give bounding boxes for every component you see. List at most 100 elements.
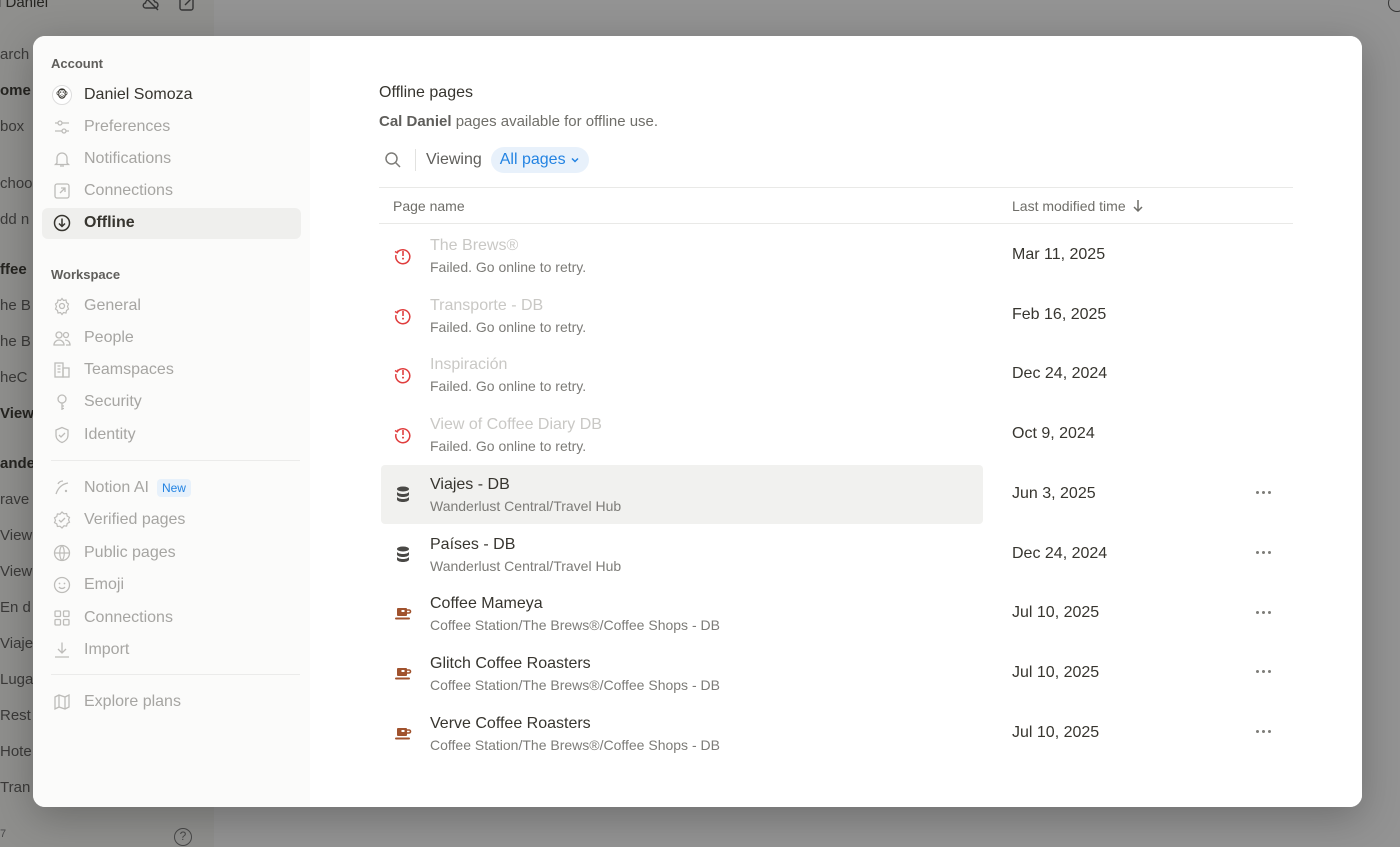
table-row[interactable]: Glitch Coffee Roasters Coffee Station/The…: [381, 644, 1293, 703]
sidebar-item-people[interactable]: People: [42, 322, 301, 353]
filter-bar: Viewing All pages: [379, 146, 589, 174]
table-row[interactable]: Verve Coffee Roasters Coffee Station/The …: [381, 704, 1293, 763]
sidebar-item-verified-pages[interactable]: Verified pages: [42, 505, 301, 536]
sync-error-icon: [393, 364, 413, 384]
sidebar-item-emoji[interactable]: Emoji: [42, 570, 301, 601]
column-header-last-modified[interactable]: Last modified time: [1012, 198, 1144, 214]
table-row[interactable]: Coffee Mameya Coffee Station/The Brews®/C…: [381, 584, 1293, 643]
sidebar-item-identity[interactable]: Identity: [42, 419, 301, 450]
user-account-item[interactable]: 🐵 Daniel Somoza: [42, 79, 301, 110]
database-icon: [393, 484, 413, 504]
sidebar-item-public-pages[interactable]: Public pages: [42, 537, 301, 568]
sidebar-item-preferences[interactable]: Preferences: [42, 111, 301, 142]
row-highlight: [381, 644, 983, 703]
view-filter-dropdown[interactable]: All pages: [490, 147, 589, 173]
sidebar-item-label: Identity: [84, 425, 136, 443]
row-highlight: [381, 704, 983, 763]
table-row[interactable]: Transporte - DB Failed. Go online to retr…: [381, 286, 1293, 345]
bell-icon: [52, 149, 72, 169]
globe-icon: [52, 543, 72, 563]
column-header-page-name: Page name: [393, 198, 465, 214]
page-name[interactable]: Inspiración: [430, 356, 507, 374]
more-options-button[interactable]: [1252, 543, 1274, 563]
building-icon: [52, 360, 72, 380]
last-modified-date: Jul 10, 2025: [1012, 663, 1100, 681]
sidebar-item-teamspaces[interactable]: Teamspaces: [42, 355, 301, 386]
page-name[interactable]: Países - DB: [430, 536, 515, 554]
page-path: Wanderlust Central/Travel Hub: [430, 497, 622, 514]
sidebar-item-label: People: [84, 328, 134, 346]
explore-plans-item[interactable]: Explore plans: [42, 686, 301, 717]
sidebar-item-label: Notifications: [84, 149, 172, 167]
sidebar-item-label: Offline: [84, 214, 135, 232]
sidebar-item-import[interactable]: Import: [42, 635, 301, 666]
sync-error-icon: [393, 424, 413, 444]
offline-pages-panel: Offline pages Cal Daniel pages available…: [310, 36, 1362, 807]
download-circle-icon: [52, 213, 72, 233]
account-heading: Account: [51, 56, 103, 71]
row-highlight: [381, 525, 983, 584]
ellipsis-icon: [1255, 730, 1271, 734]
page-name[interactable]: Glitch Coffee Roasters: [430, 655, 591, 673]
sidebar-item-connections[interactable]: Connections: [42, 602, 301, 633]
last-modified-date: Oct 9, 2024: [1012, 425, 1095, 443]
more-options-button[interactable]: [1252, 722, 1274, 742]
more-options-button[interactable]: [1252, 483, 1274, 503]
sliders-icon: [52, 117, 72, 137]
more-options-button[interactable]: [1252, 662, 1274, 682]
shield-check-icon: [52, 425, 72, 445]
sidebar-divider: [51, 674, 300, 675]
page-name[interactable]: Coffee Mameya: [430, 595, 543, 613]
verified-icon: [52, 510, 72, 530]
grid-icon: [52, 608, 72, 628]
sidebar-item-label: Preferences: [84, 117, 171, 135]
table-row[interactable]: View of Coffee Diary DB Failed. Go online…: [381, 405, 1293, 464]
sidebar-item-offline[interactable]: Offline: [42, 207, 301, 239]
sort-arrow-down-icon: [1133, 200, 1143, 213]
page-path: Failed. Go online to retry.: [430, 438, 587, 455]
sidebar-item-connections[interactable]: Connections: [42, 176, 301, 207]
gear-icon: [52, 296, 72, 316]
ellipsis-icon: [1255, 551, 1271, 554]
page-name[interactable]: Viajes - DB: [430, 476, 510, 494]
page-name[interactable]: Transporte - DB: [430, 297, 543, 315]
table-row[interactable]: The Brews® Failed. Go online to retry. Mar…: [381, 226, 1293, 285]
last-modified-date: Mar 11, 2025: [1012, 246, 1106, 263]
page-subtitle: Cal Daniel pages available for offline u…: [379, 113, 658, 130]
workspace-heading: Workspace: [51, 267, 121, 282]
sidebar-item-label: Public pages: [84, 543, 176, 561]
people-icon: [52, 328, 72, 348]
user-name: Daniel Somoza: [84, 85, 193, 103]
view-filter-value: All pages: [499, 151, 566, 168]
key-icon: [52, 392, 72, 412]
more-options-button[interactable]: [1252, 602, 1274, 622]
ellipsis-icon: [1255, 491, 1271, 495]
table-row[interactable]: Viajes - DB Wanderlust Central/Travel Hub…: [381, 464, 1293, 524]
last-modified-date: Dec 24, 2024: [1012, 544, 1108, 562]
page-path: Coffee Station/The Brews®/Coffee Shops -…: [430, 676, 720, 693]
last-modified-date: Jul 10, 2025: [1012, 723, 1100, 741]
sidebar-item-notion-ai[interactable]: Notion AI New: [42, 472, 301, 503]
column-header-time-label: Last modified time: [1012, 198, 1126, 214]
sidebar-item-notifications[interactable]: Notifications: [42, 143, 301, 174]
page-path: Coffee Station/The Brews®/Coffee Shops -…: [430, 617, 720, 634]
viewing-label: Viewing: [426, 151, 482, 168]
row-highlight: [381, 286, 983, 345]
explore-plans-label: Explore plans: [84, 692, 181, 710]
table-top-border: [379, 187, 1293, 188]
page-name[interactable]: The Brews®: [430, 237, 518, 255]
sidebar-item-label: Security: [84, 393, 142, 411]
search-icon[interactable]: [382, 149, 404, 171]
sidebar-item-general[interactable]: General: [42, 290, 301, 321]
page-name[interactable]: Verve Coffee Roasters: [430, 715, 591, 733]
sidebar-item-label: Notion AI: [84, 478, 149, 496]
table-row[interactable]: Países - DB Wanderlust Central/Travel Hub…: [381, 525, 1293, 584]
table-row[interactable]: Inspiración Failed. Go online to retry. De…: [381, 345, 1293, 404]
notion-ai-icon: [52, 478, 72, 498]
sidebar-divider: [51, 460, 300, 461]
page-name[interactable]: View of Coffee Diary DB: [430, 416, 602, 434]
coffee-cup-icon: [393, 603, 413, 623]
sidebar-item-security[interactable]: Security: [42, 387, 301, 418]
sidebar-item-label: Connections: [84, 608, 173, 626]
filter-separator: [415, 149, 416, 171]
